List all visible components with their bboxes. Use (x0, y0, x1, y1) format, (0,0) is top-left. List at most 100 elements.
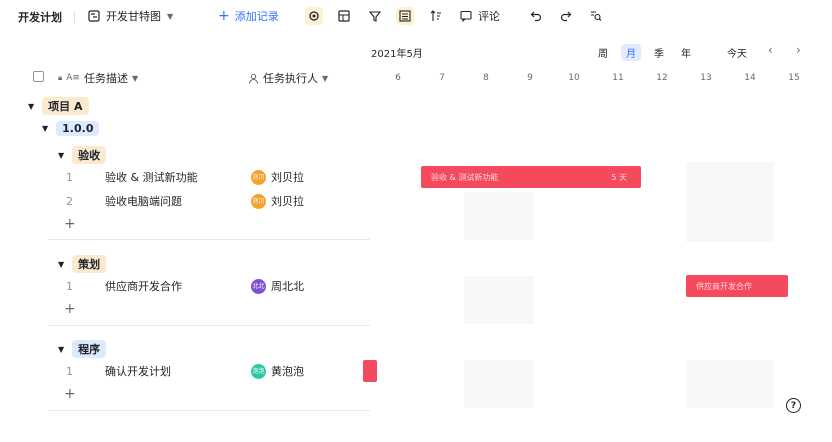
row-index: 1 (66, 170, 73, 184)
lock-icon: 🔒︎ (58, 73, 63, 82)
filter-icon[interactable] (366, 7, 384, 25)
sort-icon[interactable] (427, 7, 445, 25)
avatar: 刘贝 (251, 169, 266, 185)
gear-icon[interactable] (305, 7, 323, 25)
gantt-weekend-shade (686, 360, 774, 408)
group-acceptance-tag: 验收 (72, 146, 107, 164)
group-divider (48, 239, 370, 240)
table-row[interactable]: 1 供应商开发合作 北北 周北北 (48, 275, 370, 297)
gantt-bar[interactable]: 供应商开发合作 (686, 275, 788, 297)
scale-week-button[interactable]: 周 (593, 44, 613, 61)
collapse-triangle-icon[interactable]: ▼ (42, 124, 48, 133)
chevron-right-icon[interactable]: › (796, 43, 801, 57)
gantt-chart: 2021年5月 周 月 季 年 今天 ‹ › 6 7 8 9 10 11 12 … (363, 36, 832, 438)
table-row[interactable]: 1 确认开发计划 泡泡 黄泡泡 (48, 360, 370, 382)
gantt-bar[interactable] (363, 360, 377, 382)
gantt-weekend-shade (464, 192, 534, 240)
table-icon[interactable] (335, 7, 353, 25)
row-index: 1 (66, 279, 73, 293)
task-owner: 北北 周北北 (251, 278, 304, 294)
gantt-bar[interactable]: 验收 & 测试新功能 5 天 (421, 166, 641, 188)
column-owner-label: 任务执行人 (263, 72, 318, 85)
add-row-button[interactable]: + (64, 301, 76, 317)
day-label: 9 (527, 73, 533, 83)
comment-icon (460, 10, 472, 22)
column-desc-label: 任务描述 (83, 72, 128, 85)
row-index: 1 (66, 364, 73, 378)
undo-icon[interactable] (527, 7, 545, 25)
day-label: 13 (700, 73, 712, 83)
table-row[interactable]: 1 验收 & 测试新功能 刘贝 刘贝拉 (48, 166, 370, 188)
doc-title: 开发计划 (18, 11, 62, 24)
task-owner: 刘贝 刘贝拉 (251, 169, 304, 185)
day-label: 14 (744, 73, 756, 83)
group-planning-tag: 策划 (72, 255, 107, 273)
chevron-left-icon[interactable]: ‹ (768, 43, 773, 57)
scale-year-button[interactable]: 年 (676, 44, 696, 61)
toolbar: 开发计划 开发甘特图 ▼ + 添加记录 评论 (0, 0, 832, 34)
task-owner: 泡泡 黄泡泡 (251, 363, 304, 379)
group-project-tag: 项目 A (42, 97, 89, 115)
group-version-tag: 1.0.0 (56, 121, 100, 136)
day-label: 15 (788, 73, 800, 83)
group-divider (48, 410, 370, 411)
add-row-button[interactable]: + (64, 386, 76, 402)
group-icon[interactable] (396, 7, 414, 25)
owner-name: 刘贝拉 (271, 195, 304, 208)
search-icon[interactable] (587, 7, 605, 25)
task-table: 🔒︎ A≡ 任务描述 ▼ 任务执行人 ▼ ▼ 项目 A ▼ 1.0.0 ▼ 验收… (18, 36, 370, 438)
group-project[interactable]: ▼ 项目 A (28, 97, 89, 115)
comment-button[interactable]: 评论 (460, 8, 500, 24)
select-all-checkbox[interactable] (33, 71, 44, 82)
text-field-icon: A≡ (66, 73, 80, 83)
redo-icon[interactable] (557, 7, 575, 25)
collapse-triangle-icon[interactable]: ▼ (58, 260, 64, 269)
scale-quarter-button[interactable]: 季 (649, 44, 669, 61)
comment-label: 评论 (478, 10, 500, 23)
avatar: 刘贝 (251, 193, 266, 209)
task-name: 供应商开发合作 (105, 280, 182, 293)
add-row-button[interactable]: + (64, 216, 76, 232)
group-acceptance[interactable]: ▼ 验收 (58, 146, 107, 164)
collapse-triangle-icon[interactable]: ▼ (28, 102, 34, 111)
row-index: 2 (66, 194, 73, 208)
column-header-owner[interactable]: 任务执行人 ▼ (248, 70, 328, 86)
gantt-month-label: 2021年5月 (371, 49, 423, 60)
avatar: 泡泡 (251, 363, 266, 379)
day-label: 10 (568, 73, 580, 83)
gantt-weekend-shade (686, 162, 774, 242)
collapse-triangle-icon[interactable]: ▼ (58, 345, 64, 354)
avatar: 北北 (251, 278, 266, 294)
group-version[interactable]: ▼ 1.0.0 (42, 121, 100, 136)
collapse-triangle-icon[interactable]: ▼ (58, 151, 64, 160)
scale-month-button[interactable]: 月 (621, 44, 641, 61)
column-header-desc[interactable]: 🔒︎ A≡ 任务描述 ▼ (58, 70, 138, 86)
owner-name: 刘贝拉 (271, 171, 304, 184)
day-label: 11 (612, 73, 624, 83)
chevron-down-icon: ▼ (322, 73, 329, 83)
toolbar-divider (74, 11, 75, 23)
group-planning[interactable]: ▼ 策划 (58, 255, 107, 273)
group-program-tag: 程序 (72, 340, 107, 358)
bar-label: 验收 & 测试新功能 (431, 172, 499, 182)
person-icon (249, 73, 258, 84)
chevron-down-icon: ▼ (131, 73, 139, 83)
day-label: 12 (656, 73, 668, 83)
plus-icon: + (218, 8, 230, 24)
day-label: 6 (395, 73, 401, 83)
group-divider (48, 325, 370, 326)
chevron-down-icon: ▼ (167, 11, 174, 21)
owner-name: 黄泡泡 (271, 365, 304, 378)
today-button[interactable]: 今天 (727, 45, 747, 60)
table-row[interactable]: 2 验收电脑端问题 刘贝 刘贝拉 (48, 190, 370, 212)
group-program[interactable]: ▼ 程序 (58, 340, 107, 358)
help-icon[interactable]: ? (786, 398, 801, 413)
add-record-button[interactable]: + 添加记录 (218, 8, 279, 24)
owner-name: 周北北 (271, 280, 304, 293)
bar-label: 供应商开发合作 (696, 281, 752, 291)
add-record-label: 添加记录 (234, 10, 279, 23)
view-switcher[interactable]: 开发甘特图 ▼ (88, 8, 173, 24)
gantt-weekend-shade (464, 276, 534, 324)
day-label: 7 (439, 73, 445, 83)
day-label: 8 (483, 73, 489, 83)
